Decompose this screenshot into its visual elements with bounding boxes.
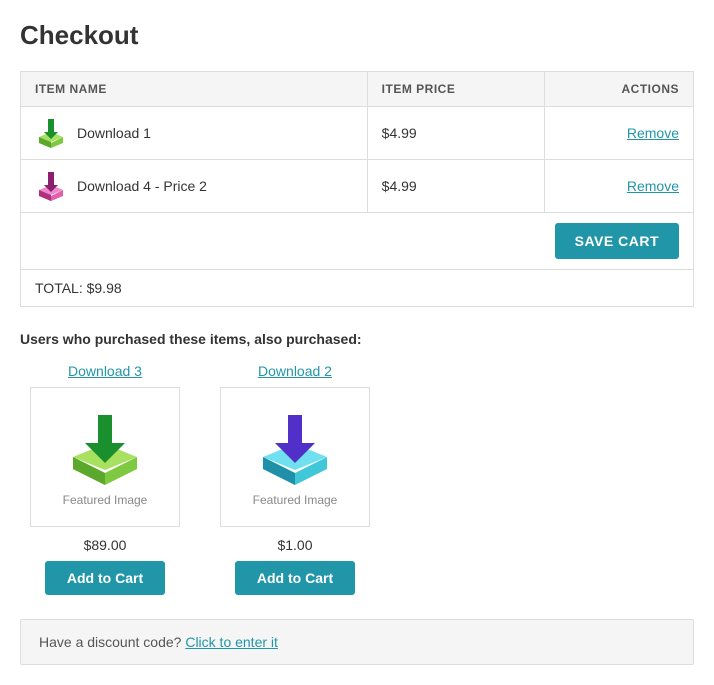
download-icon <box>35 117 67 149</box>
product-card: Download 2 Featured Image $1.00 Add to Car… <box>210 363 380 595</box>
item-name: Download 4 - Price 2 <box>77 178 207 194</box>
page-title: Checkout <box>20 20 694 51</box>
item-name-cell: Download 1 <box>21 107 368 160</box>
also-purchased-section: Users who purchased these items, also pu… <box>20 331 694 595</box>
item-actions: Remove <box>544 160 693 213</box>
product-title-link[interactable]: Download 3 <box>68 363 142 379</box>
product-featured-icon <box>255 407 335 487</box>
download-icon <box>35 170 67 202</box>
save-cart-button[interactable]: SAVE CART <box>555 223 679 259</box>
product-card: Download 3 Featured Image $89.00 Add to Ca… <box>20 363 190 595</box>
featured-image-label: Featured Image <box>63 493 148 507</box>
discount-bar: Have a discount code? Click to enter it <box>20 619 694 665</box>
product-image-box: Featured Image <box>220 387 370 527</box>
product-title-link[interactable]: Download 2 <box>258 363 332 379</box>
item-name-cell: Download 4 - Price 2 <box>21 160 368 213</box>
product-featured-icon <box>65 407 145 487</box>
product-price: $89.00 <box>84 537 127 553</box>
featured-image-label: Featured Image <box>253 493 338 507</box>
add-to-cart-button[interactable]: Add to Cart <box>45 561 165 595</box>
col-header-item-name: ITEM NAME <box>21 72 368 107</box>
table-row: Download 4 - Price 2 $4.99 Remove <box>21 160 694 213</box>
product-image-box: Featured Image <box>30 387 180 527</box>
table-row: Download 1 $4.99 Remove <box>21 107 694 160</box>
add-to-cart-button[interactable]: Add to Cart <box>235 561 355 595</box>
cart-total: TOTAL: $9.98 <box>21 270 694 307</box>
item-price: $4.99 <box>367 107 544 160</box>
remove-link[interactable]: Remove <box>627 178 679 194</box>
product-price: $1.00 <box>277 537 312 553</box>
col-header-item-price: ITEM PRICE <box>367 72 544 107</box>
discount-link[interactable]: Click to enter it <box>185 634 278 650</box>
item-price: $4.99 <box>367 160 544 213</box>
checkout-table: ITEM NAME ITEM PRICE ACTIONS Download 1 $… <box>20 71 694 307</box>
col-header-actions: ACTIONS <box>544 72 693 107</box>
remove-link[interactable]: Remove <box>627 125 679 141</box>
also-purchased-title: Users who purchased these items, also pu… <box>20 331 694 347</box>
item-name: Download 1 <box>77 125 151 141</box>
discount-text: Have a discount code? <box>39 634 181 650</box>
item-actions: Remove <box>544 107 693 160</box>
